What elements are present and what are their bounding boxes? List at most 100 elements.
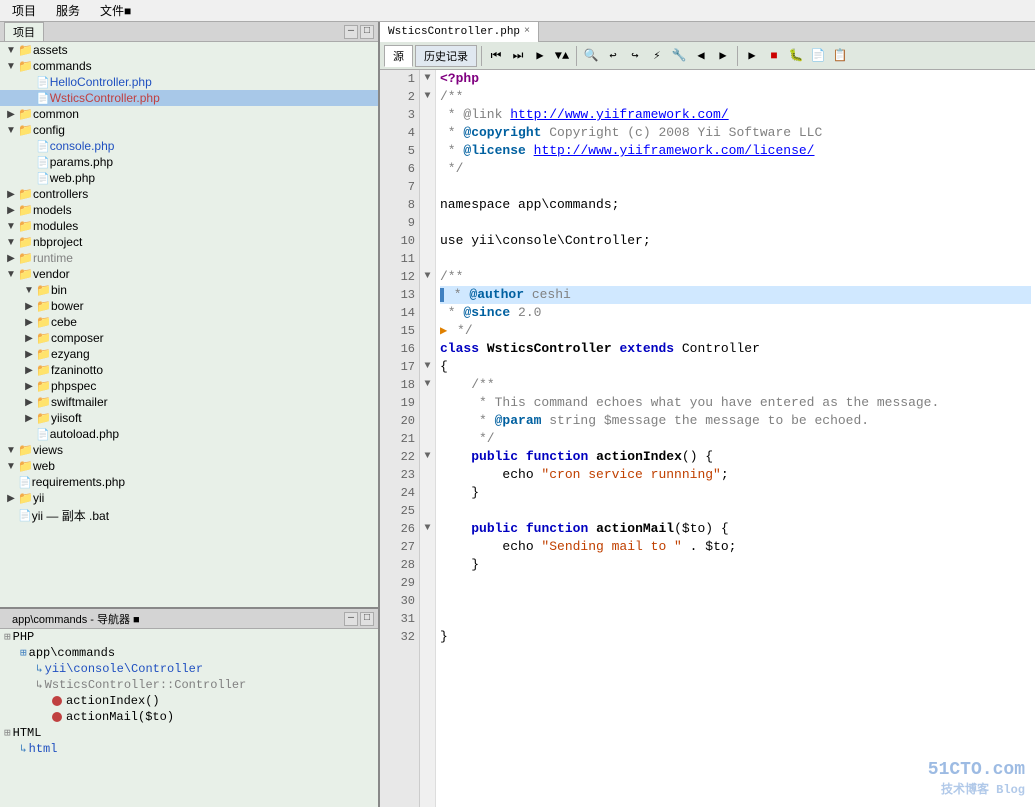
code-line[interactable]: * @copyright Copyright (c) 2008 Yii Soft…: [440, 124, 1031, 142]
toolbar-icon-12[interactable]: 📋: [830, 46, 850, 66]
toolbar-debug-icon[interactable]: 🐛: [786, 46, 806, 66]
tree-item[interactable]: 📄console.php: [0, 138, 378, 154]
toolbar-icon-3[interactable]: ▶: [530, 46, 550, 66]
code-line[interactable]: [440, 214, 1031, 232]
toolbar-icon-6[interactable]: ↪: [625, 46, 645, 66]
toolbar-icon-9[interactable]: ◀: [691, 46, 711, 66]
menu-service[interactable]: 服务: [48, 0, 88, 21]
tree-item[interactable]: ▶📁runtime: [0, 250, 378, 266]
bottom-tree-item[interactable]: ↳yii\console\Controller: [0, 661, 378, 677]
code-line[interactable]: /**: [440, 88, 1031, 106]
tree-item[interactable]: ▼📁modules: [0, 218, 378, 234]
code-line[interactable]: * @since 2.0: [440, 304, 1031, 322]
tree-item[interactable]: ▶📁swiftmailer: [0, 394, 378, 410]
fold-marker[interactable]: ▼: [420, 358, 435, 376]
toolbar-icon-5[interactable]: ↩: [603, 46, 623, 66]
tree-item[interactable]: 📄WsticsController.php: [0, 90, 378, 106]
toolbar-icon-2[interactable]: ⏭: [508, 46, 528, 66]
code-line[interactable]: }: [440, 628, 1031, 646]
fold-marker[interactable]: ▼: [420, 70, 435, 88]
code-editor[interactable]: 1234567891011121314151617181920212223242…: [380, 70, 1035, 807]
tree-item[interactable]: ▶📁models: [0, 202, 378, 218]
tree-item[interactable]: 📄HelloController.php: [0, 74, 378, 90]
tree-item[interactable]: ▼📁web: [0, 458, 378, 474]
toolbar-icon-10[interactable]: ▶: [713, 46, 733, 66]
tree-item[interactable]: ▼📁assets: [0, 42, 378, 58]
code-line[interactable]: <?php: [440, 70, 1031, 88]
editor-tab-close[interactable]: ×: [524, 26, 530, 37]
code-line[interactable]: }: [440, 556, 1031, 574]
tree-item[interactable]: ▼📁config: [0, 122, 378, 138]
code-line[interactable]: [440, 178, 1031, 196]
toolbar-source-btn[interactable]: 源: [384, 45, 413, 67]
toolbar-search-icon[interactable]: 🔍: [581, 46, 601, 66]
code-line[interactable]: namespace app\commands;: [440, 196, 1031, 214]
code-line[interactable]: * @license http://www.yiiframework.com/l…: [440, 142, 1031, 160]
fold-marker[interactable]: ▼: [420, 88, 435, 106]
tree-item[interactable]: ▶📁yiisoft: [0, 410, 378, 426]
fold-marker[interactable]: ▼: [420, 520, 435, 538]
tree-item[interactable]: ▶📁bower: [0, 298, 378, 314]
tree-item[interactable]: ▶📁common: [0, 106, 378, 122]
toolbar-history-btn[interactable]: 历史记录: [415, 45, 477, 67]
code-lines[interactable]: <?php/** * @link http://www.yiiframework…: [436, 70, 1035, 807]
code-line[interactable]: ▶ */: [440, 322, 1031, 340]
bottom-tree-item[interactable]: ↳WsticsController::Controller: [0, 677, 378, 693]
bottom-maximize-btn[interactable]: □: [360, 612, 374, 626]
editor-tab-active[interactable]: WsticsController.php ×: [380, 22, 539, 42]
code-line[interactable]: [440, 250, 1031, 268]
bottom-panel-content[interactable]: ⊞PHP⊞app\commands↳yii\console\Controller…: [0, 629, 378, 807]
tree-item[interactable]: ▼📁nbproject: [0, 234, 378, 250]
toolbar-icon-4[interactable]: ▼▲: [552, 46, 572, 66]
code-line[interactable]: */: [440, 160, 1031, 178]
code-line[interactable]: [440, 610, 1031, 628]
code-line[interactable]: [440, 502, 1031, 520]
toolbar-icon-11[interactable]: 📄: [808, 46, 828, 66]
bottom-tree-item[interactable]: ↳html: [0, 741, 378, 757]
code-line[interactable]: {: [440, 358, 1031, 376]
tree-item[interactable]: ▶📁controllers: [0, 186, 378, 202]
toolbar-icon-8[interactable]: 🔧: [669, 46, 689, 66]
code-line[interactable]: /**: [440, 268, 1031, 286]
code-line[interactable]: use yii\console\Controller;: [440, 232, 1031, 250]
tree-item[interactable]: ▼📁views: [0, 442, 378, 458]
bottom-tree-item[interactable]: actionIndex(): [0, 693, 378, 709]
code-line[interactable]: class WsticsController extends Controlle…: [440, 340, 1031, 358]
code-line[interactable]: * @author ceshi: [440, 286, 1031, 304]
bottom-tree-item[interactable]: ⊞app\commands: [0, 645, 378, 661]
tree-item[interactable]: 📄params.php: [0, 154, 378, 170]
bottom-tree-item[interactable]: ⊞HTML: [0, 725, 378, 741]
code-line[interactable]: /**: [440, 376, 1031, 394]
code-line[interactable]: [440, 574, 1031, 592]
toolbar-stop-icon[interactable]: ■: [764, 46, 784, 66]
toolbar-icon-1[interactable]: ⏮: [486, 46, 506, 66]
tree-item[interactable]: ▶📁fzaninotto: [0, 362, 378, 378]
toolbar-icon-7[interactable]: ⚡: [647, 46, 667, 66]
code-line[interactable]: * This command echoes what you have ente…: [440, 394, 1031, 412]
file-tree-scroll[interactable]: ▼📁assets▼📁commands📄HelloController.php📄W…: [0, 42, 378, 607]
fold-marker[interactable]: ▼: [420, 376, 435, 394]
menu-file[interactable]: 文件■: [92, 0, 139, 21]
tree-item[interactable]: ▶📁cebe: [0, 314, 378, 330]
tree-item[interactable]: 📄yii — 副本 .bat: [0, 506, 378, 525]
code-line[interactable]: [440, 592, 1031, 610]
tree-item[interactable]: ▼📁vendor: [0, 266, 378, 282]
code-line[interactable]: echo "Sending mail to " . $to;: [440, 538, 1031, 556]
fold-marker[interactable]: ▼: [420, 268, 435, 286]
menu-project[interactable]: 项目: [4, 0, 44, 21]
toolbar-run-icon[interactable]: ▶: [742, 46, 762, 66]
tree-item[interactable]: ▶📁ezyang: [0, 346, 378, 362]
code-line[interactable]: * @param string $message the message to …: [440, 412, 1031, 430]
tree-item[interactable]: 📄web.php: [0, 170, 378, 186]
code-line[interactable]: public function actionIndex() {: [440, 448, 1031, 466]
tree-item[interactable]: ▼📁commands: [0, 58, 378, 74]
tab-project[interactable]: 项目: [4, 22, 44, 41]
tree-item[interactable]: ▼📁bin: [0, 282, 378, 298]
fold-marker[interactable]: ▼: [420, 448, 435, 466]
code-line[interactable]: echo "cron service runnning";: [440, 466, 1031, 484]
code-line[interactable]: }: [440, 484, 1031, 502]
bottom-tree-item[interactable]: ⊞PHP: [0, 629, 378, 645]
panel-maximize-btn[interactable]: □: [360, 25, 374, 39]
tree-item[interactable]: 📄requirements.php: [0, 474, 378, 490]
code-line[interactable]: */: [440, 430, 1031, 448]
